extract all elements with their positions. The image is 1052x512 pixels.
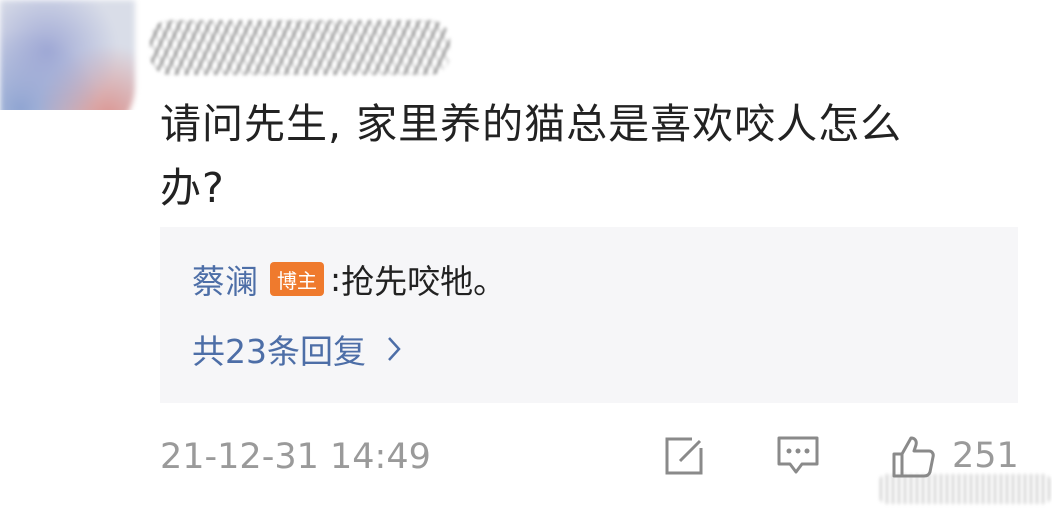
reply-line: 蔡澜 博主 : 抢先咬牠。	[192, 255, 507, 303]
timestamp: 21-12-31 14:49	[160, 437, 431, 477]
reply-count-label: 共23条回复	[192, 332, 366, 371]
avatar[interactable]	[0, 0, 135, 110]
chevron-right-icon	[386, 335, 402, 363]
reply-author[interactable]: 蔡澜	[192, 255, 258, 303]
reply-separator: :	[330, 259, 342, 299]
reply-box[interactable]: 蔡澜 博主 : 抢先咬牠。 共23条回复	[160, 227, 1018, 403]
edit-icon[interactable]	[662, 434, 706, 478]
username-redacted	[150, 20, 450, 75]
like-count: 251	[952, 436, 1019, 476]
comment-text: 请问先生, 家里养的猫总是喜欢咬人怎么办?	[160, 100, 903, 212]
watermark-redacted	[880, 474, 1050, 504]
comment-icon[interactable]	[776, 434, 820, 478]
thumbs-up-icon[interactable]	[890, 432, 938, 480]
view-replies-link[interactable]: 共23条回复	[192, 327, 402, 371]
reply-text: 抢先咬牠。	[341, 262, 507, 301]
blogger-badge: 博主	[270, 262, 324, 296]
